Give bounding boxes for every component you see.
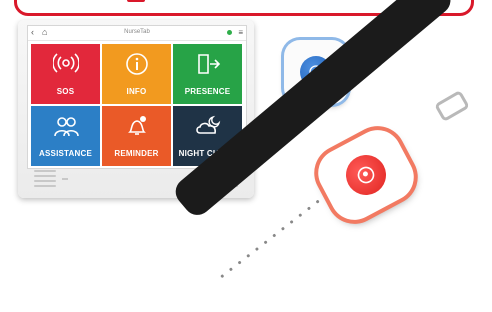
tile-label: SOS bbox=[56, 87, 75, 96]
tile-assistance[interactable]: ASSISTANCE bbox=[31, 106, 100, 166]
menu-icon[interactable]: ≡ bbox=[238, 27, 243, 38]
tablet-screen: ‹ ⌂ NurseTab ≡ SOS INFO PRESENCE ASSISTA… bbox=[27, 25, 247, 169]
tile-grid: SOS INFO PRESENCE ASSISTANCE REMINDER NI… bbox=[28, 42, 246, 168]
tile-presence[interactable]: PRESENCE bbox=[173, 44, 242, 104]
info-icon bbox=[102, 52, 171, 76]
tile-label: REMINDER bbox=[114, 149, 159, 158]
app-topbar: ‹ ⌂ NurseTab ≡ bbox=[28, 26, 246, 41]
strap-buckle bbox=[434, 89, 470, 123]
tile-label: PRESENCE bbox=[184, 87, 231, 96]
tile-reminder[interactable]: REMINDER bbox=[102, 106, 171, 166]
nurse-call-icon bbox=[357, 166, 375, 184]
banner-accent bbox=[127, 0, 145, 2]
wristband-device bbox=[309, 121, 423, 229]
status-indicator-icon bbox=[227, 30, 232, 35]
people-icon bbox=[31, 114, 100, 138]
moon-cloud-icon bbox=[173, 114, 242, 138]
broadcast-icon bbox=[31, 52, 100, 76]
app-title: NurseTab bbox=[124, 29, 150, 35]
tile-label: INFO bbox=[126, 87, 147, 96]
speaker-slot bbox=[62, 178, 68, 180]
wristband-call-button[interactable] bbox=[338, 147, 394, 203]
bell-clock-icon bbox=[102, 114, 171, 138]
tile-info[interactable]: INFO bbox=[102, 44, 171, 104]
speaker-grille-left bbox=[34, 170, 56, 192]
door-exit-icon bbox=[173, 52, 242, 76]
tile-sos[interactable]: SOS bbox=[31, 44, 100, 104]
tile-label: ASSISTANCE bbox=[39, 149, 92, 158]
